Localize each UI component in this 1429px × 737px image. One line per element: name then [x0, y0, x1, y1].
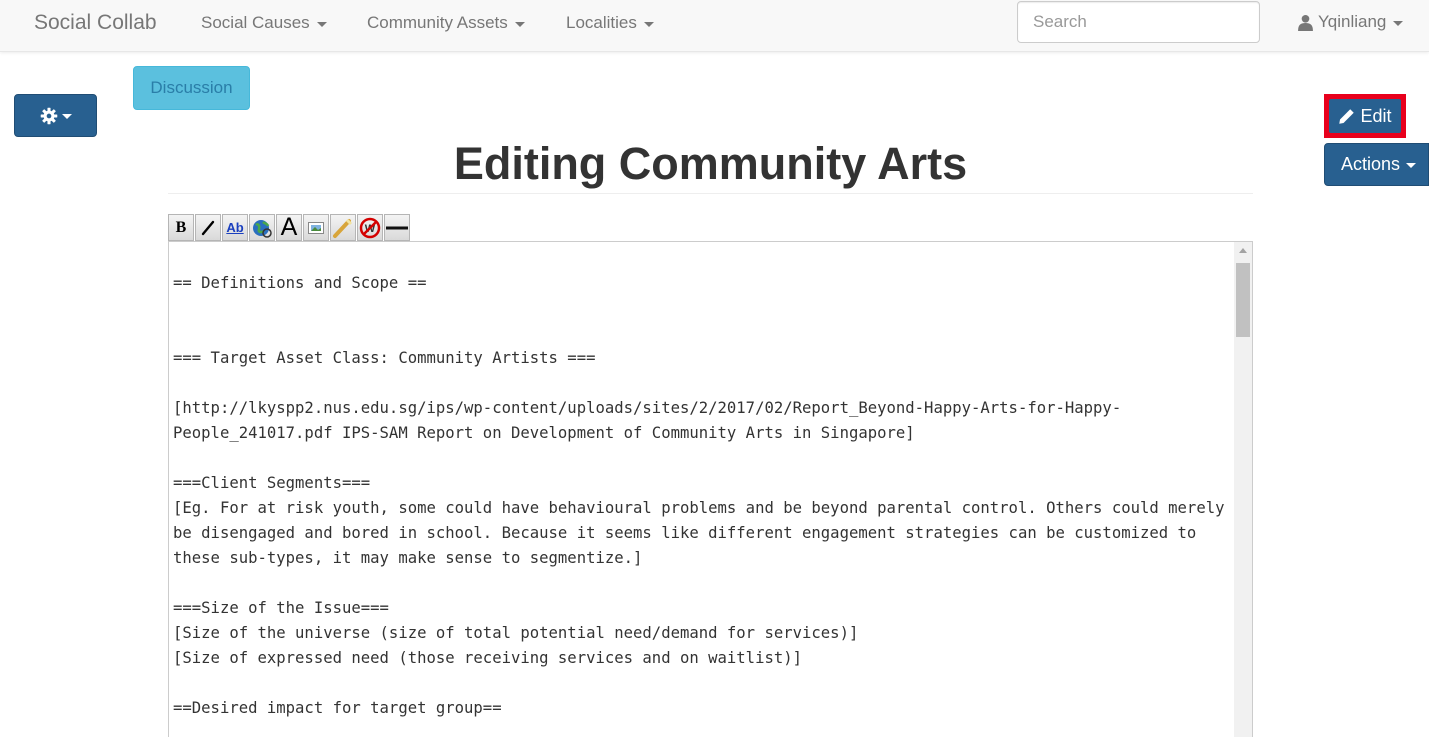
scroll-thumb[interactable] — [1236, 263, 1250, 337]
headline-icon[interactable]: A — [276, 214, 302, 241]
settings-dropdown-button[interactable] — [14, 94, 97, 137]
gear-icon — [40, 107, 57, 124]
top-navbar: Social Collab Social Causes Community As… — [0, 0, 1429, 52]
nav-social-causes-label: Social Causes — [201, 13, 310, 32]
chevron-down-icon — [1406, 163, 1417, 168]
editor-scrollbar[interactable] — [1234, 242, 1252, 737]
horizontal-line-icon[interactable] — [384, 214, 410, 241]
edit-button-highlight: Edit — [1324, 94, 1406, 138]
actions-dropdown-button[interactable]: Actions — [1324, 143, 1429, 186]
embedded-file-icon[interactable] — [303, 214, 329, 241]
media-file-icon[interactable] — [330, 214, 356, 241]
wikitext-content[interactable]: == Definitions and Scope == === Target A… — [173, 271, 1228, 721]
pencil-icon — [1339, 108, 1355, 124]
discussion-button[interactable]: Discussion — [133, 66, 250, 110]
chevron-down-icon — [643, 21, 654, 27]
edit-button-label: Edit — [1360, 105, 1392, 126]
nav-community-assets[interactable]: Community Assets — [367, 13, 525, 33]
search-input[interactable] — [1017, 1, 1260, 43]
chevron-down-icon — [1393, 20, 1404, 26]
edit-button[interactable]: Edit — [1329, 99, 1401, 133]
nowiki-icon[interactable]: W — [357, 214, 383, 241]
user-menu[interactable]: Yqinliang — [1297, 12, 1404, 32]
chevron-down-icon — [316, 21, 327, 27]
nav-social-causes[interactable]: Social Causes — [201, 13, 327, 33]
italic-icon[interactable] — [195, 214, 221, 241]
page-title: Editing Community Arts — [453, 138, 968, 189]
brand-link[interactable]: Social Collab — [34, 11, 157, 35]
actions-button-label: Actions — [1341, 154, 1401, 174]
nav-localities-label: Localities — [566, 13, 637, 32]
user-icon — [1298, 14, 1313, 31]
username-label: Yqinliang — [1318, 12, 1387, 31]
external-link-icon[interactable] — [249, 214, 275, 241]
internal-link-icon[interactable]: Ab — [222, 214, 248, 241]
editor-toolbar: B Ab A W — [168, 214, 411, 241]
chevron-down-icon — [61, 114, 72, 119]
nav-community-assets-label: Community Assets — [367, 13, 508, 32]
wikitext-editor[interactable]: == Definitions and Scope == === Target A… — [168, 241, 1253, 737]
chevron-down-icon — [514, 21, 525, 27]
scroll-up-icon[interactable] — [1239, 248, 1247, 253]
bold-icon[interactable]: B — [168, 214, 194, 241]
title-divider — [168, 193, 1253, 194]
nav-localities[interactable]: Localities — [566, 13, 654, 33]
